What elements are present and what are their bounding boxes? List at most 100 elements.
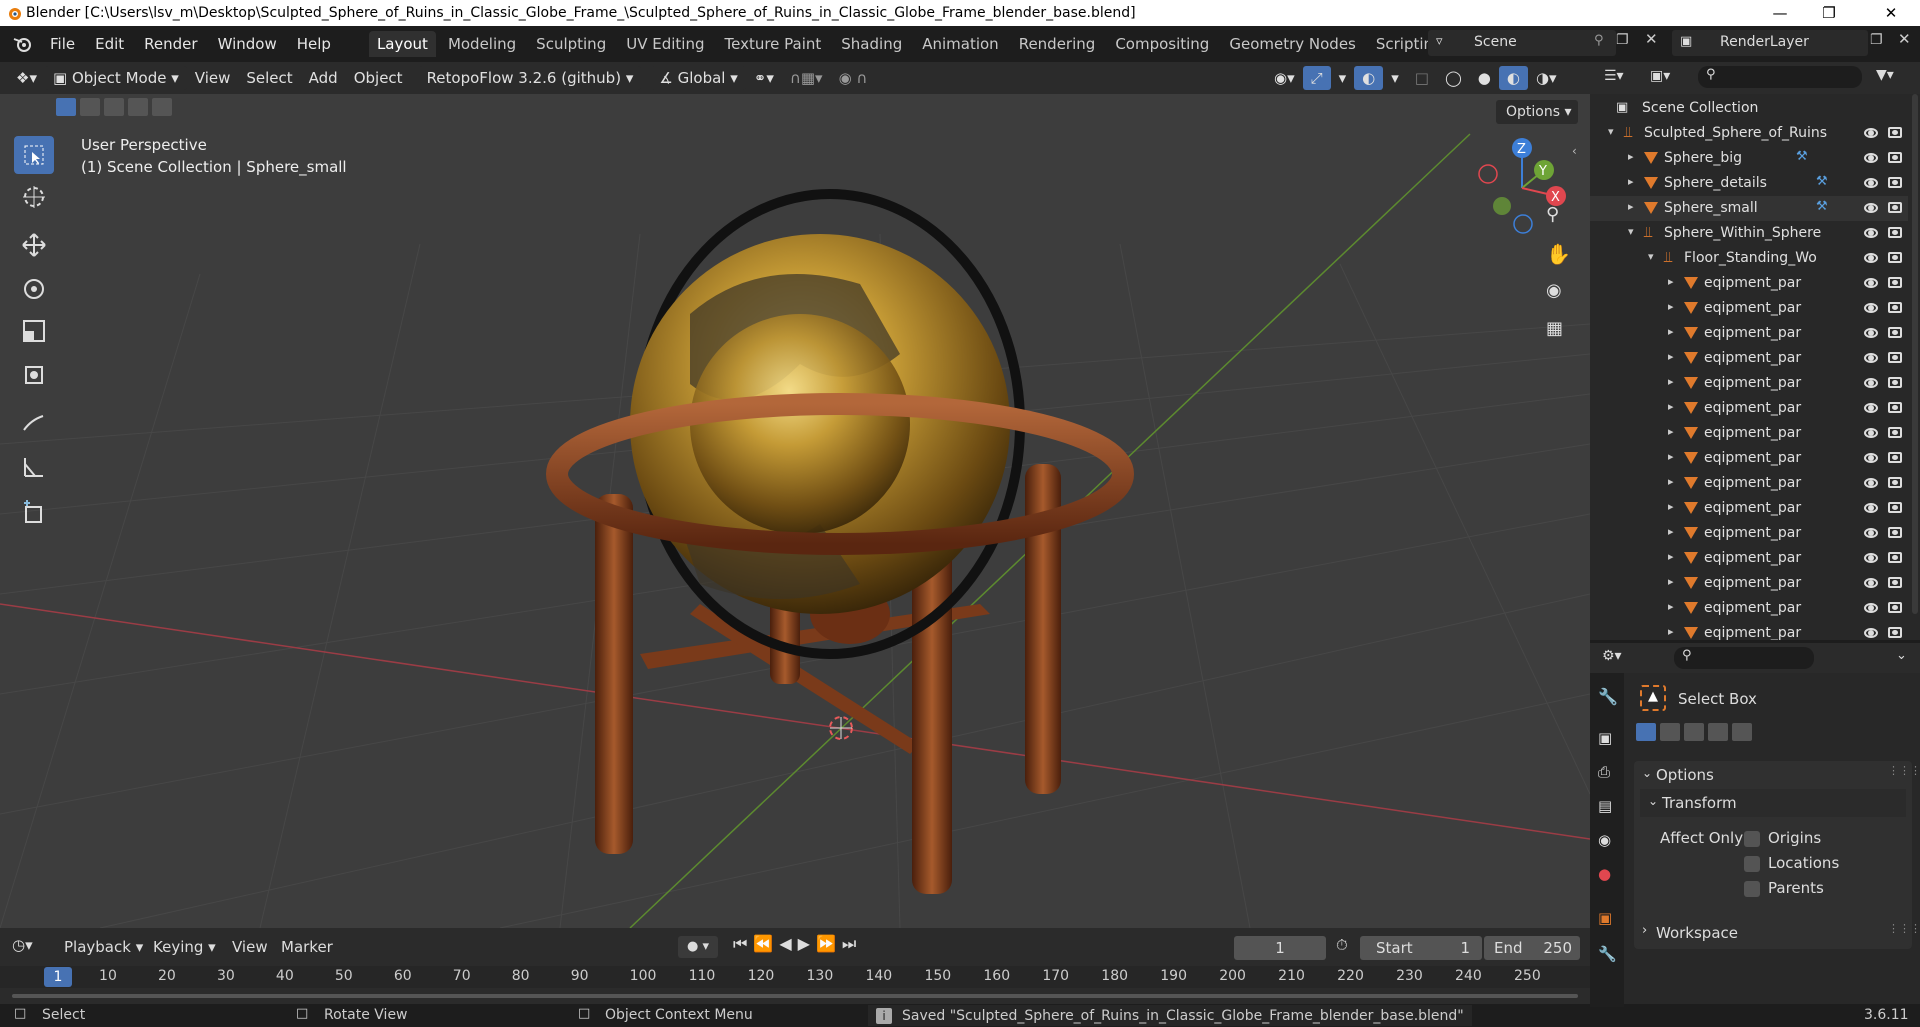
next-keyframe-icon[interactable]: ⏩ — [816, 934, 836, 954]
outliner-row[interactable]: ▸ eqipment_par — [1590, 321, 1908, 346]
visibility-eye-icon[interactable] — [1864, 528, 1878, 538]
render-camera-icon[interactable] — [1888, 177, 1902, 188]
outliner-row[interactable]: ▸ eqipment_par — [1590, 296, 1908, 321]
visibility-eye-icon[interactable] — [1864, 253, 1878, 263]
new-scene-icon[interactable]: ❐ — [1616, 32, 1629, 48]
render-camera-icon[interactable] — [1888, 302, 1902, 313]
outliner-row[interactable]: ▸ eqipment_par — [1590, 471, 1908, 496]
visibility-eye-icon[interactable] — [1864, 628, 1878, 638]
tool-mode-intersect-icon[interactable] — [1732, 723, 1752, 741]
expand-right-icon[interactable]: ▸ — [1668, 400, 1674, 413]
outliner-row[interactable]: ▸ eqipment_par — [1590, 571, 1908, 596]
locations-checkbox[interactable] — [1744, 856, 1760, 872]
tab-texture-paint[interactable]: Texture Paint — [716, 31, 829, 57]
visibility-eye-icon[interactable] — [1864, 128, 1878, 138]
outliner-row[interactable]: ▸ eqipment_par — [1590, 546, 1908, 571]
render-camera-icon[interactable] — [1888, 552, 1902, 563]
render-tab-icon[interactable]: ▣ — [1598, 729, 1612, 747]
output-tab-icon[interactable]: ⎙ — [1598, 763, 1610, 781]
select-extend-icon[interactable] — [80, 98, 100, 116]
visibility-icon[interactable]: ◉▾ — [1266, 66, 1303, 90]
outliner-search-input[interactable]: ⚲ — [1698, 66, 1862, 88]
tool-mode-invert-icon[interactable] — [1708, 723, 1728, 741]
outliner-row[interactable]: ▸ eqipment_par — [1590, 396, 1908, 421]
render-camera-icon[interactable] — [1888, 127, 1902, 138]
render-camera-icon[interactable] — [1888, 427, 1902, 438]
visibility-eye-icon[interactable] — [1864, 203, 1878, 213]
cursor-tool-icon[interactable] — [14, 178, 54, 216]
visibility-eye-icon[interactable] — [1864, 403, 1878, 413]
outliner-row[interactable]: ▾ ⫫ Floor_Standing_Wo — [1590, 246, 1908, 271]
outliner-scrollbar[interactable] — [1912, 94, 1918, 614]
menu-select[interactable]: Select — [238, 66, 300, 90]
maximize-button[interactable]: ❐ — [1806, 0, 1852, 26]
expand-right-icon[interactable]: ▸ — [1628, 175, 1634, 188]
menu-window[interactable]: Window — [208, 31, 287, 57]
properties-search-input[interactable]: ⚲ — [1674, 647, 1814, 669]
render-layer-selector[interactable]: ▣ RenderLayer — [1672, 30, 1868, 56]
tool-tab-icon[interactable]: 🔧 — [1598, 687, 1618, 706]
outliner-row[interactable]: ▸ eqipment_par — [1590, 271, 1908, 296]
expand-right-icon[interactable]: ▸ — [1668, 300, 1674, 313]
expand-right-icon[interactable]: ▸ — [1668, 325, 1674, 338]
current-frame-field[interactable]: 1 — [1234, 936, 1326, 960]
scene-selector[interactable]: ▿ Scene ⚲ — [1428, 30, 1616, 56]
expand-right-icon[interactable]: ▸ — [1668, 625, 1674, 638]
tool-mode-extend-icon[interactable] — [1660, 723, 1680, 741]
select-box-tool-icon[interactable] — [14, 136, 54, 174]
jump-end-icon[interactable]: ⏭ — [842, 934, 856, 954]
expand-down-icon[interactable]: ▾ — [1628, 225, 1634, 238]
menu-timeline-view[interactable]: View — [232, 938, 268, 956]
select-intersect-icon[interactable] — [152, 98, 172, 116]
start-frame-field[interactable]: Start 1 — [1360, 936, 1482, 960]
end-frame-field[interactable]: End 250 — [1484, 936, 1580, 960]
render-camera-icon[interactable] — [1888, 627, 1902, 638]
render-camera-icon[interactable] — [1888, 327, 1902, 338]
expand-right-icon[interactable]: ▸ — [1668, 375, 1674, 388]
render-camera-icon[interactable] — [1888, 152, 1902, 163]
visibility-eye-icon[interactable] — [1864, 153, 1878, 163]
overlay-toggle-icon[interactable]: ◐ — [1354, 66, 1384, 90]
tab-animation[interactable]: Animation — [914, 31, 1006, 57]
filter-icon[interactable]: ▼▾ — [1876, 67, 1894, 83]
camera-view-icon[interactable]: ◉ — [1546, 280, 1562, 301]
play-reverse-icon[interactable]: ◀ — [779, 934, 791, 954]
play-icon[interactable]: ▶ — [798, 934, 810, 954]
options-panel-header[interactable]: ⌄ Options ⋮⋮⋮ — [1634, 761, 1920, 789]
pivot-icon[interactable]: ⚭▾ — [746, 66, 782, 90]
world-tab-icon[interactable]: ● — [1598, 865, 1611, 883]
blender-menu-icon[interactable] — [12, 35, 34, 53]
visibility-eye-icon[interactable] — [1864, 478, 1878, 488]
menu-render[interactable]: Render — [134, 31, 207, 57]
options-dropdown[interactable]: Options ▾ — [1496, 100, 1578, 124]
render-camera-icon[interactable] — [1888, 602, 1902, 613]
outliner-row[interactable]: ▸ eqipment_par — [1590, 446, 1908, 471]
menu-edit[interactable]: Edit — [85, 31, 134, 57]
gizmo-toggle-icon[interactable]: ⤢ — [1302, 66, 1331, 90]
tab-sculpting[interactable]: Sculpting — [528, 31, 614, 57]
record-button[interactable]: ● ▾ — [678, 936, 718, 958]
menu-help[interactable]: Help — [287, 31, 341, 57]
pan-hand-icon[interactable]: ✋ — [1546, 242, 1571, 266]
solid-shading-icon[interactable]: ● — [1470, 66, 1499, 90]
select-new-icon[interactable] — [56, 98, 76, 116]
orientation-dropdown[interactable]: ∡ Global ▾ — [651, 66, 746, 90]
expand-right-icon[interactable]: ▸ — [1668, 475, 1674, 488]
expand-right-icon[interactable]: ▸ — [1668, 575, 1674, 588]
retopoflow-menu[interactable]: RetopoFlow 3.2.6 (github) ▾ — [418, 66, 642, 90]
rendered-shading-icon[interactable]: ◑▾ — [1528, 66, 1565, 90]
expand-right-icon[interactable]: ▸ — [1668, 550, 1674, 563]
visibility-eye-icon[interactable] — [1864, 178, 1878, 188]
visibility-eye-icon[interactable] — [1864, 428, 1878, 438]
expand-down-icon[interactable]: ▾ — [1608, 125, 1614, 138]
delete-scene-icon[interactable]: ✕ — [1645, 30, 1658, 48]
modifier-tab-icon[interactable]: 🔧 — [1598, 945, 1617, 963]
visibility-eye-icon[interactable] — [1864, 553, 1878, 563]
expand-right-icon[interactable]: ▸ — [1628, 150, 1634, 163]
overlay-dropdown-icon[interactable]: ▾ — [1383, 66, 1407, 90]
proportional-edit-icon[interactable]: ◉ ∩ — [831, 66, 876, 90]
properties-editor-type-icon[interactable]: ⚙▾ — [1602, 648, 1622, 664]
render-camera-icon[interactable] — [1888, 402, 1902, 413]
3d-viewport[interactable]: User Perspective (1) Scene Collection | … — [0, 94, 1590, 928]
outliner-row[interactable]: ▸ eqipment_par — [1590, 621, 1908, 640]
